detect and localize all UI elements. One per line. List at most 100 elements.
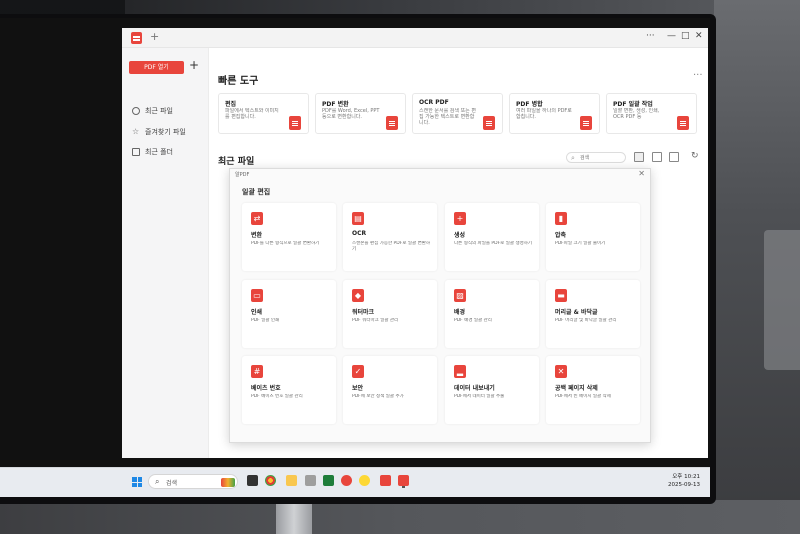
batch-tool-card[interactable]: ▨ 배경 PDF 배경 일괄 관리 (445, 280, 539, 348)
add-button[interactable]: + (189, 58, 199, 72)
minimize-button[interactable]: — (667, 31, 676, 41)
batch-tool-card[interactable]: + 생성 다른 형식의 파일을 PDF로 일괄 생성하기 (445, 203, 539, 271)
list-view-icon[interactable] (634, 152, 644, 162)
batch-icon (677, 116, 689, 130)
system-clock[interactable]: 오후 10:21 2025-09-13 (668, 473, 700, 489)
excel-icon[interactable] (323, 475, 334, 486)
quick-tool-ocr[interactable]: OCR PDF 스캔한 문서를 검색 또는 편집 가능한 텍스트로 변환합니다. (412, 93, 503, 134)
batch-tool-card[interactable]: ⇄ 변환 PDF를 다른 형식으로 일괄 변환하기 (242, 203, 336, 271)
close-window-button[interactable]: ✕ (695, 31, 703, 41)
sidebar-item-label: 즐겨찾기 파일 (145, 128, 186, 136)
quick-tool-convert[interactable]: PDF 변환 PDF를 Word, Excel, PPT 등으로 변환합니다. (315, 93, 406, 134)
dialog-close-button[interactable]: ✕ (638, 169, 645, 178)
dialog-heading: 일괄 편집 (242, 188, 271, 196)
search-icon: ⌕ (155, 477, 160, 486)
sidebar-item-recent-files[interactable]: 최근 파일 (132, 106, 173, 116)
app-icon[interactable] (305, 475, 316, 486)
refresh-icon[interactable]: ↻ (691, 151, 699, 161)
merge-icon (580, 116, 592, 130)
batch-tool-card[interactable]: # 베이츠 번호 PDF 베이츠 번호 일괄 관리 (242, 356, 336, 424)
batch-tool-title: 베이츠 번호 (251, 385, 281, 392)
kakaotalk-icon[interactable] (359, 475, 370, 486)
convert-icon (386, 116, 398, 130)
title-bar: + ··· — □ ✕ (122, 28, 708, 48)
batch-tool-card[interactable]: ▂ 데이터 내보내기 PDF에서 데이터 일괄 추출 (445, 356, 539, 424)
recent-files-heading: 최근 파일 (218, 157, 255, 167)
bates-number-icon: # (251, 365, 263, 378)
batch-tool-title: OCR (352, 230, 367, 237)
batch-tool-title: 배경 (454, 309, 466, 316)
batch-tool-card[interactable]: ◆ 워터마크 PDF 워터마크 일괄 관리 (343, 280, 437, 348)
batch-tool-desc: PDF에서 빈 페이지 일괄 삭제 (555, 394, 611, 399)
search-icon: ⌕ (571, 154, 575, 162)
maximize-button[interactable]: □ (681, 31, 690, 41)
tool-desc: PDF를 Word, Excel, PPT 등으로 변환합니다. (322, 108, 380, 120)
tool-title: PDF 일괄 작업 (613, 101, 653, 108)
batch-tool-title: 변환 (251, 232, 263, 239)
batch-tool-desc: PDF 베이츠 번호 일괄 관리 (251, 394, 303, 399)
clock-date: 2025-09-13 (668, 482, 700, 488)
quick-tool-merge[interactable]: PDF 병합 여러 파일을 하나의 PDF로 합칩니다. (509, 93, 600, 134)
windows-start-icon[interactable] (132, 477, 142, 487)
batch-tool-desc: PDF 워터마크 일괄 관리 (352, 318, 399, 323)
batch-tool-card[interactable]: ▮ 압축 PDF파일 크기 일괄 줄이기 (546, 203, 640, 271)
taskbar-search-label: 검색 (166, 480, 178, 487)
sidebar: PDF 열기 + 최근 파일 ☆ 즐겨찾기 파일 최근 폴더 (122, 48, 209, 458)
alpdf-active-icon[interactable] (398, 475, 409, 486)
batch-tool-card[interactable]: ✕ 공백 페이지 삭제 PDF에서 빈 페이지 일괄 삭제 (546, 356, 640, 424)
trash-icon[interactable] (669, 152, 679, 162)
recent-search[interactable]: ⌕ (566, 152, 626, 163)
app-icon[interactable] (341, 475, 352, 486)
taskbar-search[interactable]: ⌕ 검색 (148, 474, 238, 489)
alpdf-icon[interactable] (380, 475, 391, 486)
batch-tool-desc: PDF 일괄 인쇄 (251, 318, 280, 323)
new-tab-button[interactable]: + (150, 30, 159, 43)
batch-tool-card[interactable]: ✓ 보안 PDF에 보안 정책 일괄 추가 (343, 356, 437, 424)
tool-desc: 파일에서 텍스트와 이미지를 편집합니다. (225, 108, 279, 120)
tool-title: PDF 변환 (322, 101, 349, 108)
background-right (714, 0, 800, 534)
chrome-icon[interactable] (265, 475, 276, 486)
quick-tool-edit[interactable]: 편집 파일에서 텍스트와 이미지를 편집합니다. (218, 93, 309, 134)
quick-tool-batch[interactable]: PDF 일괄 작업 일괄 변환, 생성, 인쇄, OCR PDF 등 (606, 93, 697, 134)
batch-tool-desc: 스캔본을 편집 가능한 PDF로 일괄 변환하기 (352, 241, 431, 252)
monitor-stand (276, 500, 312, 534)
edit-icon (289, 116, 301, 130)
tool-desc: 스캔한 문서를 검색 또는 편집 가능한 텍스트로 변환합니다. (419, 108, 476, 126)
compress-icon: ▮ (555, 212, 567, 225)
export-data-icon: ▂ (454, 365, 466, 378)
search-input[interactable] (580, 154, 624, 162)
open-pdf-button[interactable]: PDF 열기 (129, 61, 184, 74)
batch-tool-title: 생성 (454, 232, 466, 239)
task-view-icon[interactable] (247, 475, 258, 486)
batch-tool-desc: 다른 형식의 파일을 PDF로 일괄 생성하기 (454, 241, 533, 246)
screen: + ··· — □ ✕ PDF 열기 + 최근 파일 ☆ 즐겨찾기 파일 최근 … (0, 18, 710, 497)
batch-tool-card[interactable]: ▬ 머리글 & 바닥글 PDF 머리글 및 바닥글 일괄 관리 (546, 280, 640, 348)
desk-surface (0, 500, 800, 534)
batch-tool-card[interactable]: ▤ OCR 스캔본을 편집 가능한 PDF로 일괄 변환하기 (343, 203, 437, 271)
sidebar-item-favorites[interactable]: ☆ 즐겨찾기 파일 (132, 127, 186, 137)
options-button[interactable]: ··· (646, 31, 655, 41)
batch-tool-title: 머리글 & 바닥글 (555, 309, 598, 316)
batch-tool-title: 워터마크 (352, 309, 375, 316)
sidebar-item-recent-folders[interactable]: 최근 폴더 (132, 147, 173, 157)
clock-time: 오후 10:21 (672, 474, 700, 480)
search-highlight-icon (221, 478, 235, 487)
file-explorer-icon[interactable] (286, 475, 297, 486)
tool-title: PDF 병합 (516, 101, 543, 108)
batch-tool-title: 보안 (352, 385, 364, 392)
batch-tool-desc: PDF에서 데이터 일괄 추출 (454, 394, 505, 399)
batch-tool-desc: PDF파일 크기 일괄 줄이기 (555, 241, 606, 246)
grid-view-icon[interactable] (652, 152, 662, 162)
header-footer-icon: ▬ (555, 289, 567, 302)
batch-tool-title: 공백 페이지 삭제 (555, 385, 598, 392)
tool-title: OCR PDF (419, 99, 449, 106)
more-options-button[interactable]: ··· (693, 70, 703, 81)
ocr-icon (483, 116, 495, 130)
tool-desc: 여러 파일을 하나의 PDF로 합칩니다. (516, 108, 572, 120)
batch-tool-title: 압축 (555, 232, 567, 239)
print-icon: ▭ (251, 289, 263, 302)
batch-tool-card[interactable]: ▭ 인쇄 PDF 일괄 인쇄 (242, 280, 336, 348)
watermark-icon: ◆ (352, 289, 364, 302)
tool-desc: 일괄 변환, 생성, 인쇄, OCR PDF 등 (613, 108, 660, 120)
